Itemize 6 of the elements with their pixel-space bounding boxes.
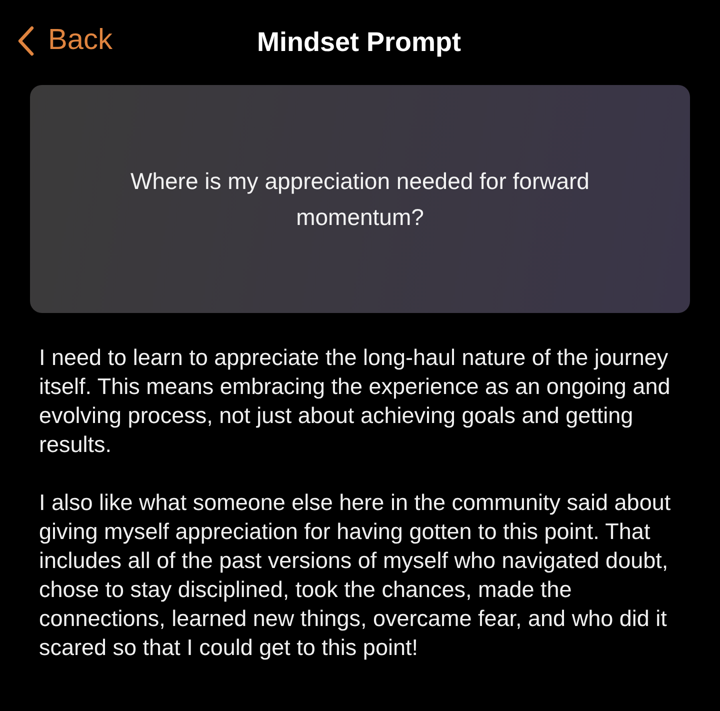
back-button[interactable]: Back (18, 24, 112, 57)
screen-title: Mindset Prompt (256, 26, 461, 58)
answer-paragraph: I need to learn to appreciate the long-haul nature of the journey itself. This means embracing the experience as an ongoing and evolving process, not just about achieving goals and getting results. (39, 344, 672, 459)
chevron-left-icon (18, 26, 34, 56)
prompt-text: Where is my appreciation needed for forward momentum? (130, 167, 590, 232)
answer-paragraph: I also like what someone else here in the community said about giving myself appreciation for having gotten to this point. That includes all of the past versions of myself who navigated doubt, chose to stay disciplined, took the chances, made the connections, learned new things, overcame fear, and who did it scared so that I could get to this point! (39, 489, 672, 662)
